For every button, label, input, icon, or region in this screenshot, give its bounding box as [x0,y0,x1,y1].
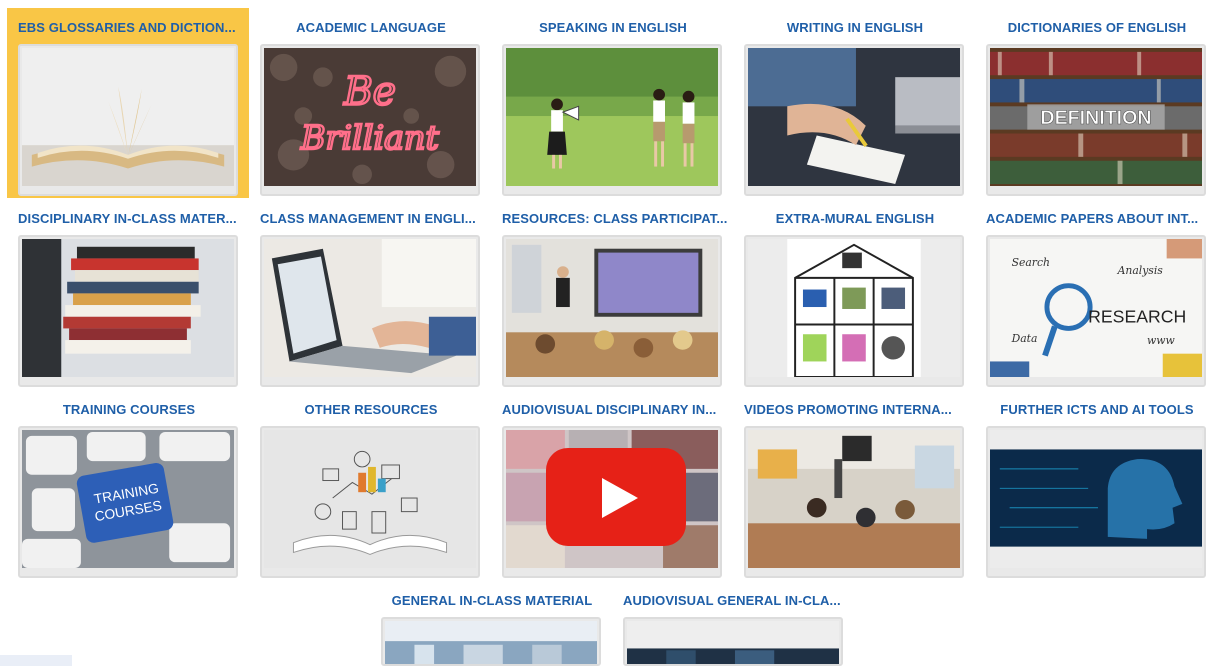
book-stack-image [22,239,234,377]
search-word: Search [1012,256,1050,269]
definition-text: DEFINITION [1040,107,1151,129]
tile-title[interactable]: DICTIONARIES OF ENGLISH [981,16,1209,40]
tile-other-resources[interactable]: OTHER RESOURCES [255,390,487,580]
tile-title[interactable]: GENERAL IN-CLASS MATERIAL [376,589,608,613]
tile-speaking-in-english[interactable]: SPEAKING IN ENGLISH [497,8,729,198]
tile-general-in-class[interactable]: GENERAL IN-CLASS MATERIAL [376,581,608,666]
tile-thumbnail[interactable] [502,235,722,387]
tile-thumbnail[interactable] [260,426,480,578]
tile-title[interactable]: WRITING IN ENGLISH [739,16,971,40]
tile-disciplinary-in-class[interactable]: DISCIPLINARY IN-CLASS MATER... [13,199,245,389]
tile-videos-promoting[interactable]: VIDEOS PROMOTING INTERNA... [739,390,971,580]
classroom-photo-image [748,430,960,568]
keyboard-key-image: TRAINING COURSES [22,430,234,568]
tile-title[interactable]: FURTHER ICTS AND AI TOOLS [981,398,1209,422]
tile-title[interactable]: OTHER RESOURCES [255,398,487,422]
partial-photo-image [385,621,597,664]
megaphone-image [506,48,718,186]
tile-title[interactable]: AUDIOVISUAL DISCIPLINARY IN... [502,398,732,422]
corner-chip[interactable] [0,655,72,666]
neon-brilliant-text: Brilliant [300,118,440,157]
tile-title[interactable]: ACADEMIC PAPERS ABOUT INT... [986,207,1209,231]
research-text: RESEARCH [1088,307,1186,327]
tile-ebs-glossaries[interactable]: EBS GLOSSARIES AND DICTION... [7,8,249,198]
bookshelf-image: DEFINITION [990,48,1202,186]
tile-academic-language[interactable]: ACADEMIC LANGUAGE Be Brilliant [255,8,487,198]
tile-title[interactable]: AUDIOVISUAL GENERAL IN-CLA... [623,589,853,613]
tile-training-courses[interactable]: TRAINING COURSES TRAINING COURSES [13,390,245,580]
house-diagram-image [748,239,960,377]
data-word: Data [1011,332,1038,345]
youtube-play-image [506,430,718,568]
tile-title[interactable]: VIDEOS PROMOTING INTERNA... [744,398,974,422]
tile-thumbnail[interactable] [502,44,722,196]
tile-thumbnail[interactable] [381,617,601,666]
resource-grid: EBS GLOSSARIES AND DICTION... ACADEMIC L… [0,0,1209,666]
tile-thumbnail[interactable]: TRAINING COURSES [18,426,238,578]
tile-title[interactable]: EXTRA-MURAL ENGLISH [739,207,971,231]
hand-writing-image [748,48,960,186]
tile-thumbnail[interactable] [260,235,480,387]
analysis-word: Analysis [1117,264,1164,277]
tile-academic-papers[interactable]: ACADEMIC PAPERS ABOUT INT... RESEARCH Se… [981,199,1209,389]
tile-thumbnail[interactable] [986,426,1206,578]
tile-title[interactable]: TRAINING COURSES [13,398,245,422]
partial-dark-image [627,621,839,664]
tile-further-icts[interactable]: FURTHER ICTS AND AI TOOLS [981,390,1209,580]
neon-sign-image: Be Brilliant [264,48,476,186]
tile-thumbnail[interactable] [623,617,843,666]
tile-audiovisual-disciplinary[interactable]: AUDIOVISUAL DISCIPLINARY IN... [497,390,729,580]
tile-thumbnail[interactable] [744,44,964,196]
youtube-play-icon[interactable] [546,448,686,546]
tile-title[interactable]: ACADEMIC LANGUAGE [255,16,487,40]
tile-thumbnail[interactable] [18,44,238,196]
open-book-image [22,48,234,186]
tile-writing-in-english[interactable]: WRITING IN ENGLISH [739,8,971,198]
www-word: www [1147,334,1175,347]
laptop-typing-image [264,239,476,377]
tile-thumbnail[interactable] [744,235,964,387]
classroom-image [506,239,718,377]
tile-title[interactable]: CLASS MANAGEMENT IN ENGLI... [260,207,490,231]
tile-class-management[interactable]: CLASS MANAGEMENT IN ENGLI... [255,199,487,389]
tile-thumbnail[interactable]: DEFINITION [986,44,1206,196]
tile-title[interactable]: EBS GLOSSARIES AND DICTION... [18,16,246,40]
tile-thumbnail[interactable] [744,426,964,578]
neon-be-text: Be [343,70,396,115]
tile-dictionaries-of-english[interactable]: DICTIONARIES OF ENGLISH DEFINITION [981,8,1209,198]
ai-head-image [990,430,1202,568]
tile-extra-mural-english[interactable]: EXTRA-MURAL ENGLISH [739,199,971,389]
tile-thumbnail[interactable]: RESEARCH Search Analysis Data www [986,235,1206,387]
tile-title[interactable]: SPEAKING IN ENGLISH [497,16,729,40]
book-drawing-image [264,430,476,568]
tile-title[interactable]: DISCIPLINARY IN-CLASS MATER... [18,207,248,231]
tile-thumbnail[interactable] [18,235,238,387]
tile-thumbnail[interactable] [502,426,722,578]
tile-thumbnail[interactable]: Be Brilliant [260,44,480,196]
tile-audiovisual-general[interactable]: AUDIOVISUAL GENERAL IN-CLA... [618,581,850,666]
tile-resources-class-participation[interactable]: RESOURCES: CLASS PARTICIPAT... [497,199,729,389]
research-sketch-image: RESEARCH Search Analysis Data www [990,239,1202,377]
tile-title[interactable]: RESOURCES: CLASS PARTICIPAT... [502,207,732,231]
